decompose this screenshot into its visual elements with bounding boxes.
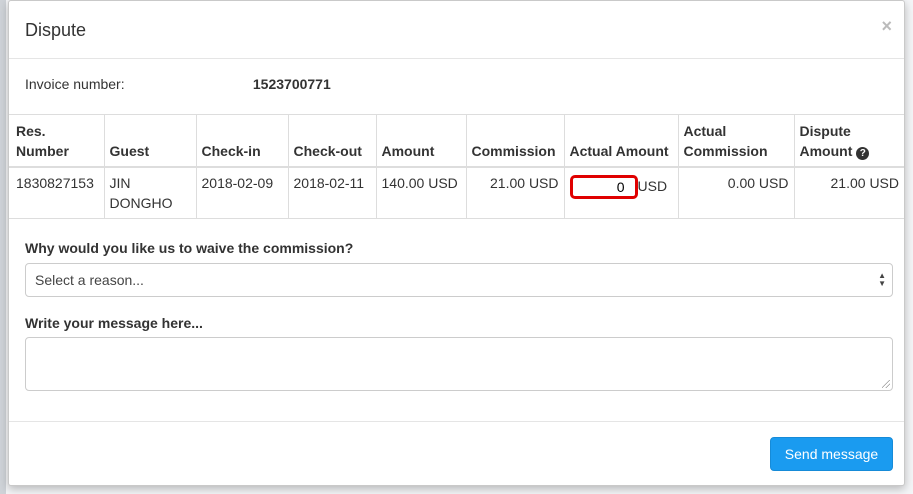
background-edge: [0, 0, 6, 494]
header-guest: Guest: [103, 114, 197, 168]
resize-grip-icon[interactable]: [882, 380, 890, 388]
cell-res-number: 1830827153: [9, 166, 105, 219]
header-amount: Amount: [375, 114, 467, 168]
actual-amount-currency: USD: [637, 177, 668, 194]
table-header-row: Res. Number Guest Check-in Check-out Amo…: [9, 114, 904, 168]
cell-dispute-amount: 21.00 USD: [793, 166, 904, 219]
actual-amount-input[interactable]: [569, 174, 638, 199]
question-circle-icon[interactable]: ?: [856, 146, 870, 160]
reservation-table: Res. Number Guest Check-in Check-out Amo…: [9, 114, 904, 219]
invoice-row: Invoice number: 1523700771: [25, 76, 625, 92]
header-dispute-amount-label: Dispute Amount: [799, 122, 853, 159]
select-arrows-icon: ▲ ▼: [878, 271, 886, 288]
cell-commission: 21.00 USD: [465, 166, 565, 219]
reason-select[interactable]: Select a reason... ▲ ▼: [25, 263, 893, 297]
table-row: 1830827153 JIN DONGHO 2018-02-09 2018-02…: [9, 166, 904, 219]
header-check-in: Check-in: [195, 114, 289, 168]
header-dispute-amount: Dispute Amount ?: [793, 114, 904, 168]
header-res-number: Res. Number: [9, 114, 105, 168]
header-commission: Commission: [465, 114, 565, 168]
cell-check-out: 2018-02-11: [287, 166, 377, 219]
cell-actual-amount: USD: [563, 166, 679, 219]
footer-divider: [9, 421, 904, 422]
cell-guest: JIN DONGHO: [103, 166, 197, 219]
reservation-table-wrap: Res. Number Guest Check-in Check-out Amo…: [9, 114, 904, 219]
header-check-out: Check-out: [287, 114, 377, 168]
dispute-modal: Dispute × Invoice number: 1523700771 Res…: [8, 0, 905, 486]
invoice-label: Invoice number:: [25, 76, 125, 92]
cell-actual-commission: 0.00 USD: [677, 166, 795, 219]
message-textarea[interactable]: [25, 337, 893, 391]
close-icon[interactable]: ×: [881, 17, 892, 35]
modal-header: Dispute ×: [9, 1, 904, 59]
reason-select-value: Select a reason...: [35, 272, 144, 288]
cell-check-in: 2018-02-09: [195, 166, 289, 219]
message-label: Write your message here...: [25, 315, 203, 331]
modal-title: Dispute: [25, 20, 87, 40]
cell-amount: 140.00 USD: [375, 166, 467, 219]
reason-question-label: Why would you like us to waive the commi…: [25, 240, 354, 256]
header-actual-commission: Actual Commission: [677, 114, 795, 168]
invoice-value: 1523700771: [252, 76, 331, 92]
send-message-button[interactable]: Send message: [770, 437, 893, 471]
header-actual-amount: Actual Amount: [563, 114, 679, 168]
